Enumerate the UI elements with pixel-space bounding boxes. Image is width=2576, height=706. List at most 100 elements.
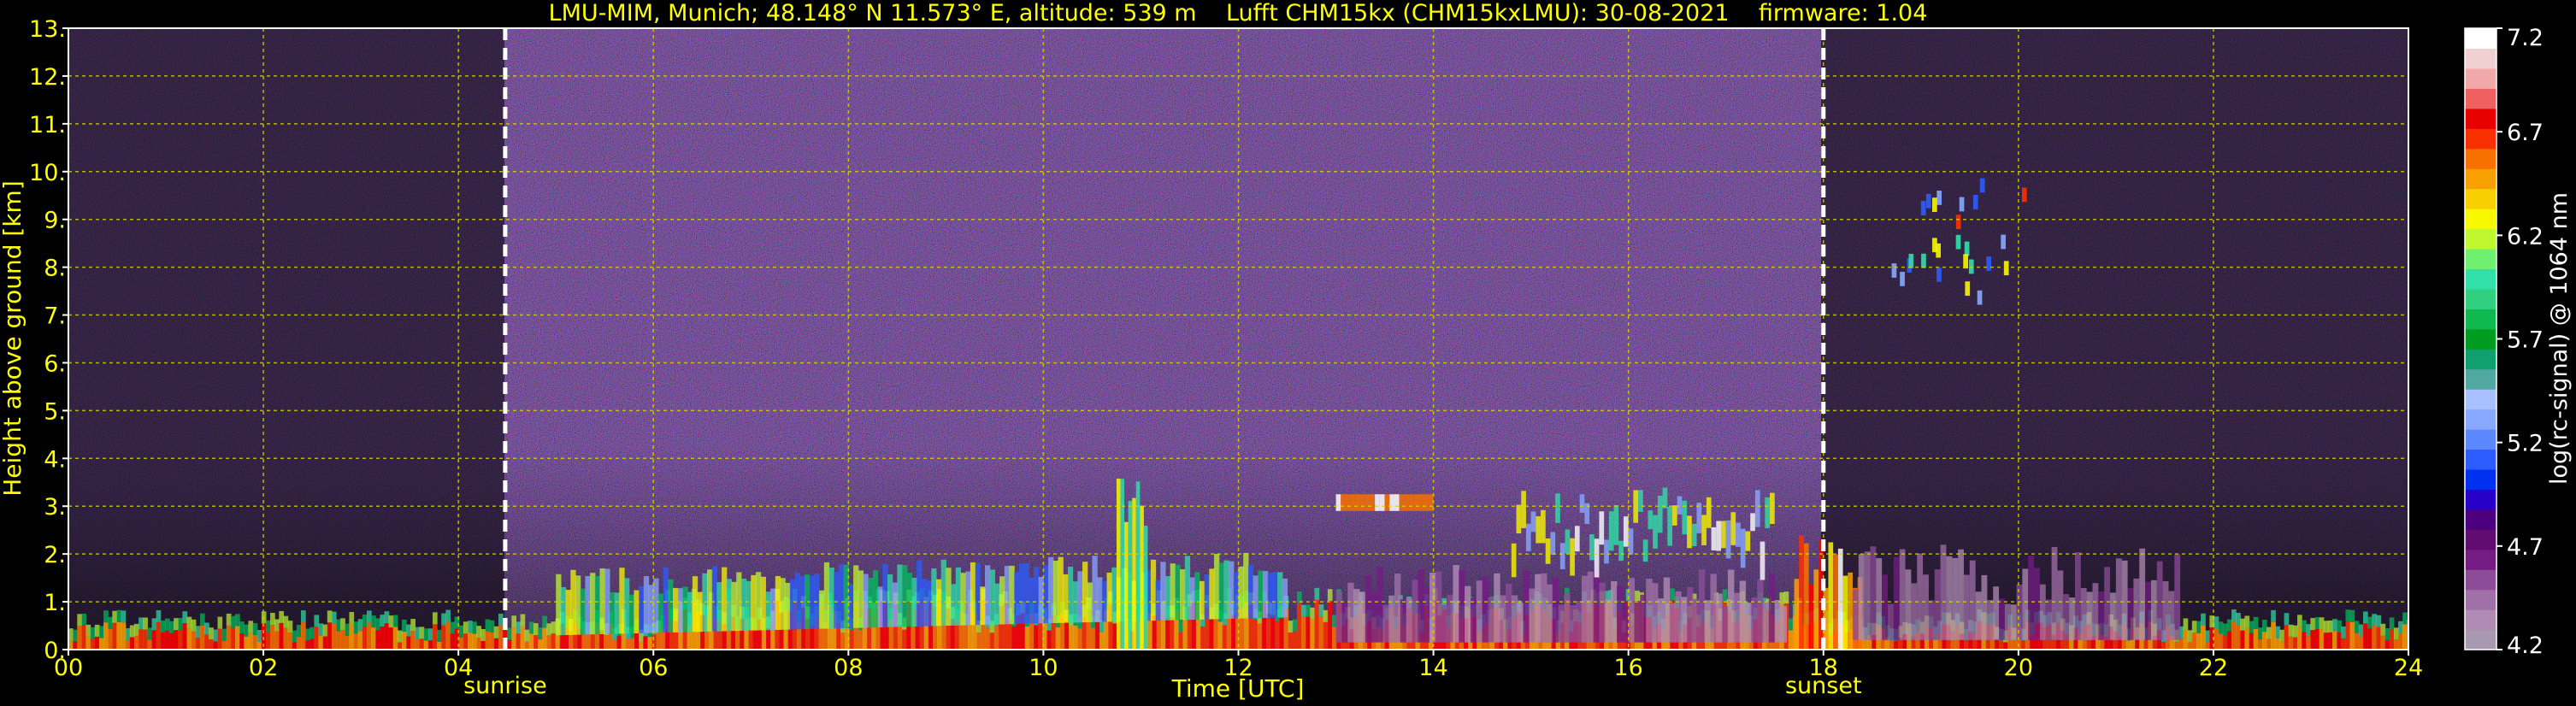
boundary-layer-column xyxy=(643,636,648,650)
aerosol-layer-column xyxy=(892,582,898,627)
boundary-layer-column xyxy=(1200,627,1205,650)
cloud-layer xyxy=(1399,494,1405,511)
boundary-layer-edge xyxy=(392,615,398,627)
boundary-layer-column xyxy=(1799,535,1804,650)
boundary-layer-edge xyxy=(121,610,127,623)
cirrus-cloud xyxy=(2021,187,2027,203)
aerosol-layer-column xyxy=(1164,576,1171,621)
boundary-layer-edge xyxy=(274,619,280,632)
boundary-layer-edge xyxy=(441,613,446,626)
boundary-layer-edge xyxy=(2292,625,2298,638)
boundary-layer-edge xyxy=(252,623,258,636)
boundary-layer-column xyxy=(432,624,438,650)
boundary-layer-column xyxy=(1275,621,1280,650)
residual-layer-column xyxy=(1969,560,1976,640)
cloud-layer xyxy=(1365,494,1371,511)
aerosol-layer-column xyxy=(716,582,722,632)
boundary-layer-column xyxy=(485,631,491,650)
boundary-layer-column xyxy=(270,625,275,650)
aerosol-layer-column xyxy=(1282,578,1288,618)
cloud-layer xyxy=(1360,494,1365,511)
aerosol-layer-column xyxy=(673,587,679,632)
boundary-layer-column xyxy=(221,640,227,650)
residual-layer-column xyxy=(1418,569,1424,643)
residual-layer-column xyxy=(2034,568,2040,640)
aerosol-layer-column xyxy=(999,576,1005,625)
aerosol-layer-column xyxy=(1160,562,1166,621)
aerosol-layer-column xyxy=(687,591,693,632)
cirrus-cloud xyxy=(1972,195,1978,209)
colorbar-swatch xyxy=(2465,549,2496,570)
x-tick-label: 22 xyxy=(2199,655,2228,681)
boundary-layer-column xyxy=(174,630,179,650)
y-tick-label: 1. xyxy=(44,590,66,616)
residual-layer-column xyxy=(1376,567,1383,643)
aerosol-layer-column xyxy=(1258,570,1264,619)
aerosol-layer-column xyxy=(946,568,952,627)
boundary-layer-column xyxy=(2249,632,2255,650)
boundary-layer-edge xyxy=(538,627,543,640)
residual-layer-column xyxy=(1359,591,1366,643)
x-tick-label: 20 xyxy=(2004,655,2033,681)
residual-layer-column xyxy=(1611,580,1618,643)
boundary-layer-column xyxy=(581,632,587,650)
boundary-layer-edge xyxy=(406,624,411,637)
y-axis-label: Height above ground [km] xyxy=(0,180,27,497)
aerosol-layer-column xyxy=(1267,573,1273,618)
boundary-layer-edge xyxy=(2367,616,2373,629)
cloud-layer xyxy=(1696,503,1702,533)
residual-layer-column xyxy=(1576,601,1583,643)
cloud-layer xyxy=(1628,528,1634,555)
residual-layer-column xyxy=(2150,580,2157,640)
boundary-layer-edge xyxy=(239,621,245,634)
boundary-layer-edge xyxy=(279,610,285,623)
aerosol-layer-column xyxy=(935,579,942,627)
cloud-layer xyxy=(1409,494,1414,511)
colorbar-swatch xyxy=(2465,349,2496,370)
boundary-layer-column xyxy=(169,632,174,650)
boundary-layer-edge xyxy=(108,616,113,629)
boundary-layer-edge xyxy=(450,621,456,634)
residual-layer-column xyxy=(1382,604,1389,643)
residual-layer-column xyxy=(1999,598,2005,640)
boundary-layer-column xyxy=(1178,632,1184,650)
boundary-layer-column xyxy=(1310,619,1316,650)
residual-layer-column xyxy=(1605,599,1612,643)
boundary-layer-edge xyxy=(283,615,289,628)
aerosol-layer-column xyxy=(1077,571,1083,623)
boundary-layer-edge xyxy=(2218,621,2224,634)
boundary-layer-edge xyxy=(300,610,306,623)
boundary-layer-column xyxy=(1213,615,1219,650)
cloud-layer xyxy=(1394,494,1400,511)
boundary-layer-column xyxy=(2354,632,2360,650)
residual-layer-column xyxy=(1757,579,1764,643)
boundary-layer-column xyxy=(528,633,534,650)
colorbar-tick-label: 4.2 xyxy=(2507,632,2544,659)
aerosol-layer-column xyxy=(731,581,737,632)
aerosol-layer-column xyxy=(609,592,616,634)
cloud-layer xyxy=(1335,494,1341,511)
residual-layer-column xyxy=(1888,603,1894,640)
boundary-layer-edge xyxy=(2393,627,2399,640)
cirrus-cloud xyxy=(1963,254,1968,269)
boundary-layer-edge xyxy=(73,629,78,642)
boundary-layer-column xyxy=(498,625,504,650)
residual-layer-column xyxy=(1905,569,1912,640)
boundary-layer-edge xyxy=(125,627,131,640)
residual-layer-column xyxy=(2145,581,2151,640)
boundary-layer-edge xyxy=(1318,604,1324,617)
residual-layer-column xyxy=(1899,549,1906,640)
boundary-layer-column xyxy=(1217,621,1223,650)
residual-layer-column xyxy=(1780,605,1787,643)
boundary-layer-column xyxy=(81,625,87,650)
boundary-layer-column xyxy=(94,636,100,650)
y-tick-label: 3. xyxy=(44,494,66,521)
boundary-layer-column xyxy=(191,631,197,650)
boundary-layer-edge xyxy=(340,618,345,631)
boundary-layer-column xyxy=(2236,624,2241,650)
cloud-layer xyxy=(1642,539,1648,562)
cloud-layer xyxy=(1541,509,1546,544)
boundary-layer-column xyxy=(279,622,285,650)
boundary-layer-edge xyxy=(2389,617,2395,630)
residual-layer-column xyxy=(1412,580,1418,643)
